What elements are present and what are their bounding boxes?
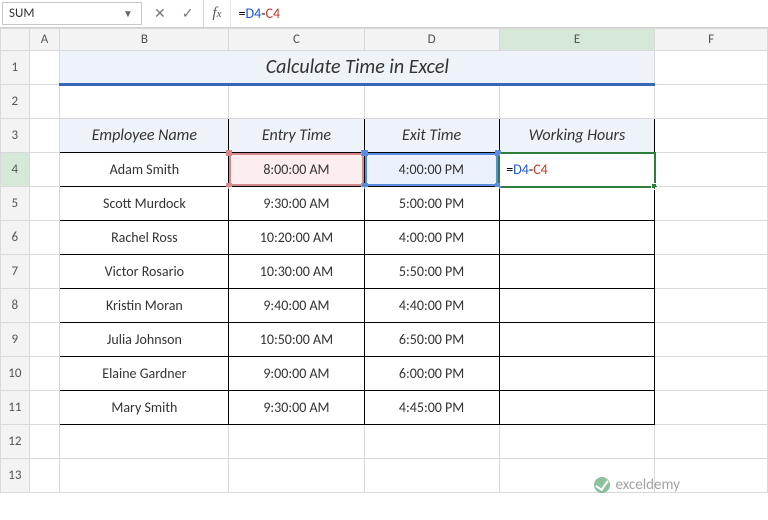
header-entry-time[interactable]: Entry Time — [229, 119, 364, 153]
cell-B9[interactable]: Julia Johnson — [60, 323, 229, 357]
cell-D9[interactable]: 6:50:00 PM — [364, 323, 499, 357]
select-all-corner[interactable] — [1, 29, 30, 51]
check-icon — [594, 477, 610, 493]
cell-C4[interactable]: 8:00:00 AM — [229, 153, 364, 187]
col-header-D[interactable]: D — [364, 29, 499, 51]
cell-E7[interactable] — [499, 255, 655, 289]
cell-E10[interactable] — [499, 357, 655, 391]
cell-C8[interactable]: 9:40:00 AM — [229, 289, 364, 323]
cell-D5[interactable]: 5:00:00 PM — [364, 187, 499, 221]
row-header-10[interactable]: 10 — [1, 357, 30, 391]
formula-input[interactable]: =D4-C4 — [231, 0, 768, 27]
row-header-2[interactable]: 2 — [1, 85, 30, 119]
col-header-B[interactable]: B — [60, 29, 229, 51]
cell-B10[interactable]: Elaine Gardner — [60, 357, 229, 391]
formula-bar: SUM ▼ ✕ ✓ fx =D4-C4 — [0, 0, 768, 28]
watermark-text: exceldemy — [616, 476, 680, 494]
cell-C6[interactable]: 10:20:00 AM — [229, 221, 364, 255]
cell-C9[interactable]: 10:50:00 AM — [229, 323, 364, 357]
cell-B5[interactable]: Scott Murdock — [60, 187, 229, 221]
cell-A4[interactable] — [29, 153, 60, 187]
row-header-12[interactable]: 12 — [1, 425, 30, 459]
row-header-1[interactable]: 1 — [1, 51, 30, 85]
cancel-icon[interactable]: ✕ — [154, 7, 166, 21]
col-header-C[interactable]: C — [229, 29, 364, 51]
cell-D11[interactable]: 4:45:00 PM — [364, 391, 499, 425]
row-header-11[interactable]: 11 — [1, 391, 30, 425]
chevron-down-icon[interactable]: ▼ — [121, 7, 135, 20]
row-header-5[interactable]: 5 — [1, 187, 30, 221]
cell-F4[interactable] — [655, 153, 768, 187]
row-header-8[interactable]: 8 — [1, 289, 30, 323]
formula-bar-buttons: ✕ ✓ — [144, 0, 204, 27]
col-header-A[interactable]: A — [29, 29, 60, 51]
cell-D6[interactable]: 4:00:00 PM — [364, 221, 499, 255]
name-box[interactable]: SUM ▼ — [2, 2, 142, 25]
cell-D10[interactable]: 6:00:00 PM — [364, 357, 499, 391]
header-exit-time[interactable]: Exit Time — [364, 119, 499, 153]
col-header-F[interactable]: F — [655, 29, 768, 51]
watermark: exceldemy — [594, 476, 680, 494]
cell-C11[interactable]: 9:30:00 AM — [229, 391, 364, 425]
cell-B7[interactable]: Victor Rosario — [60, 255, 229, 289]
row-header-3[interactable]: 3 — [1, 119, 30, 153]
header-employee-name[interactable]: Employee Name — [60, 119, 229, 153]
spreadsheet-grid[interactable]: A B C D E F 1 Calculate Time in Excel 2 … — [0, 28, 768, 493]
cell-F3[interactable] — [655, 119, 768, 153]
cell-E9[interactable] — [499, 323, 655, 357]
cell-E4-editing[interactable]: =D4-C4 — [499, 153, 655, 187]
cell-E8[interactable] — [499, 289, 655, 323]
cell-B6[interactable]: Rachel Ross — [60, 221, 229, 255]
row-header-6[interactable]: 6 — [1, 221, 30, 255]
formula-ref-d4: D4 — [246, 5, 262, 22]
title-cell[interactable]: Calculate Time in Excel — [60, 51, 655, 85]
cell-A3[interactable] — [29, 119, 60, 153]
formula-ref-c4: C4 — [266, 5, 281, 22]
cell-B11[interactable]: Mary Smith — [60, 391, 229, 425]
cell-B4[interactable]: Adam Smith — [60, 153, 229, 187]
header-working-hours[interactable]: Working Hours — [499, 119, 655, 153]
fx-icon[interactable]: fx — [204, 0, 230, 27]
row-header-13[interactable]: 13 — [1, 459, 30, 493]
cell-C7[interactable]: 10:30:00 AM — [229, 255, 364, 289]
cell-E6[interactable] — [499, 221, 655, 255]
cell-D4[interactable]: 4:00:00 PM — [364, 153, 499, 187]
cell-C10[interactable]: 9:00:00 AM — [229, 357, 364, 391]
row-header-4[interactable]: 4 — [1, 153, 30, 187]
row-header-9[interactable]: 9 — [1, 323, 30, 357]
cell-B8[interactable]: Kristin Moran — [60, 289, 229, 323]
cell-D7[interactable]: 5:50:00 PM — [364, 255, 499, 289]
row-header-7[interactable]: 7 — [1, 255, 30, 289]
cell-C5[interactable]: 9:30:00 AM — [229, 187, 364, 221]
cell-F1[interactable] — [655, 51, 768, 85]
col-header-E[interactable]: E — [499, 29, 655, 51]
cell-E11[interactable] — [499, 391, 655, 425]
name-box-value: SUM — [9, 6, 121, 21]
cell-D8[interactable]: 4:40:00 PM — [364, 289, 499, 323]
formula-eq: = — [239, 5, 246, 22]
cell-E5[interactable] — [499, 187, 655, 221]
cell-A1[interactable] — [29, 51, 60, 85]
accept-icon[interactable]: ✓ — [182, 7, 194, 21]
